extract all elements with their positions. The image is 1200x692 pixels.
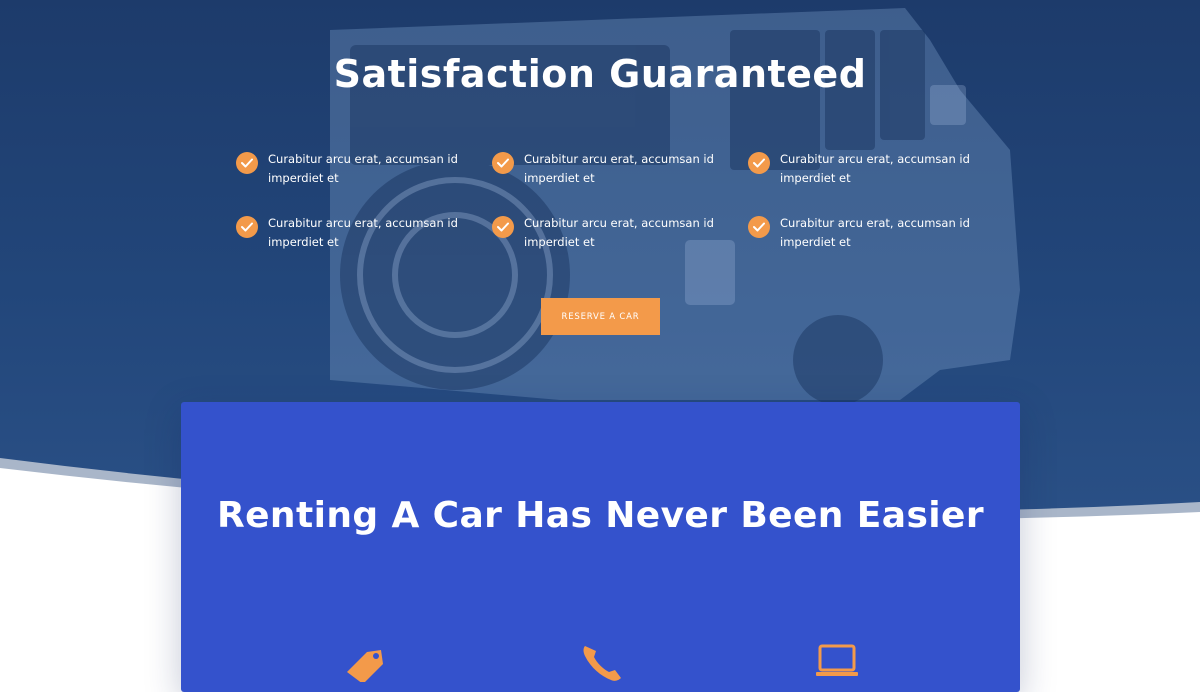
info-card: Renting A Car Has Never Been Easier: [181, 402, 1020, 692]
hero-title: Satisfaction Guaranteed: [333, 52, 867, 96]
feature-text: Curabitur arcu erat, accumsan id imperdi…: [268, 216, 458, 249]
phone-icon: [583, 646, 621, 681]
price-tag-icon: [347, 650, 383, 682]
check-circle-icon: [748, 216, 770, 238]
feature-text: Curabitur arcu erat, accumsan id imperdi…: [268, 152, 458, 185]
feature-text: Curabitur arcu erat, accumsan id imperdi…: [524, 152, 714, 185]
card-title: Renting A Car Has Never Been Easier: [217, 495, 984, 536]
feature-list: Curabitur arcu erat, accumsan id imperdi…: [236, 150, 996, 252]
feature-item: Curabitur arcu erat, accumsan id imperdi…: [492, 150, 748, 188]
feature-item: Curabitur arcu erat, accumsan id imperdi…: [492, 214, 748, 252]
check-circle-icon: [748, 152, 770, 174]
check-circle-icon: [236, 152, 258, 174]
feature-item: Curabitur arcu erat, accumsan id imperdi…: [748, 150, 1004, 188]
feature-item: Curabitur arcu erat, accumsan id imperdi…: [236, 150, 492, 188]
check-circle-icon: [492, 152, 514, 174]
feature-text: Curabitur arcu erat, accumsan id imperdi…: [780, 152, 970, 185]
feature-text: Curabitur arcu erat, accumsan id imperdi…: [524, 216, 714, 249]
laptop-icon: [816, 644, 858, 676]
feature-text: Curabitur arcu erat, accumsan id imperdi…: [780, 216, 970, 249]
feature-item: Curabitur arcu erat, accumsan id imperdi…: [748, 214, 1004, 252]
feature-item: Curabitur arcu erat, accumsan id imperdi…: [236, 214, 492, 252]
check-circle-icon: [492, 216, 514, 238]
check-circle-icon: [236, 216, 258, 238]
reserve-car-button[interactable]: RESERVE A CAR: [541, 298, 660, 335]
